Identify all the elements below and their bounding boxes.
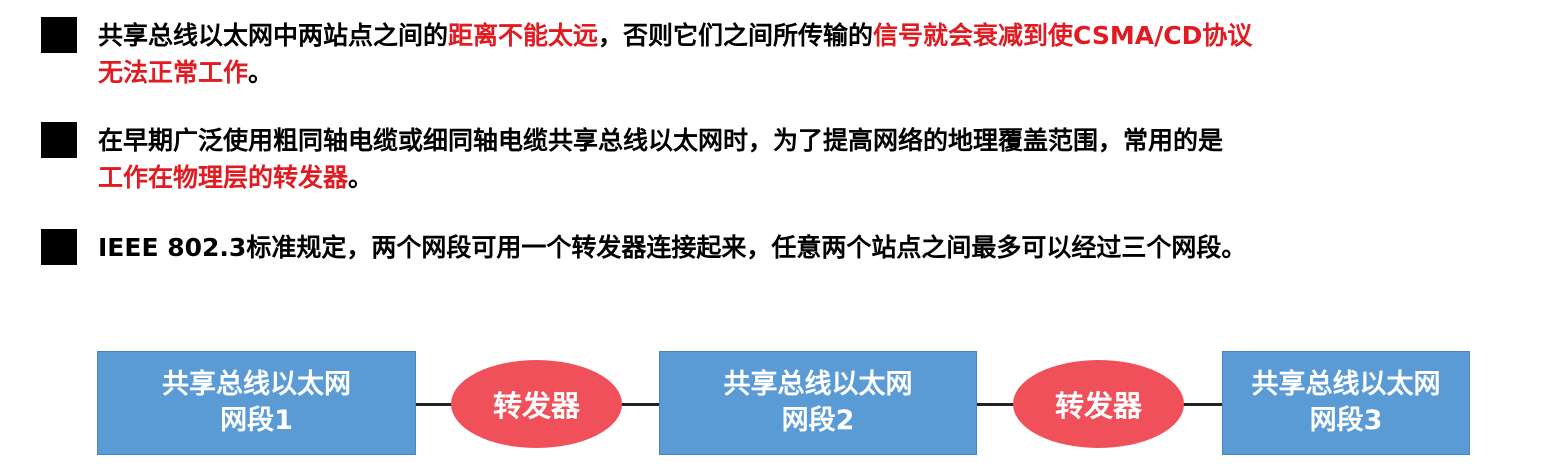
repeater-label: 转发器: [492, 389, 580, 423]
segment-title: 共享总线以太网: [723, 369, 913, 400]
ethernet-segment-1: 共享总线以太网 网段1: [97, 351, 416, 455]
ethernet-segment-3: 共享总线以太网 网段3: [1222, 351, 1470, 455]
segment-label: 网段2: [781, 405, 855, 436]
repeater-label: 转发器: [1054, 389, 1142, 423]
segment-title: 共享总线以太网: [1251, 369, 1441, 400]
repeater-2: 转发器: [1013, 360, 1184, 448]
ethernet-segment-2: 共享总线以太网 网段2: [659, 351, 977, 455]
segment-label: 网段1: [220, 405, 293, 436]
repeater-topology-diagram: 共享总线以太网 网段1 转发器 共享总线以太网 网段2 转发器 共享总线以太网 …: [0, 0, 1550, 464]
segment-label: 网段3: [1309, 405, 1383, 436]
repeater-1: 转发器: [451, 360, 622, 448]
segment-title: 共享总线以太网: [162, 369, 351, 400]
